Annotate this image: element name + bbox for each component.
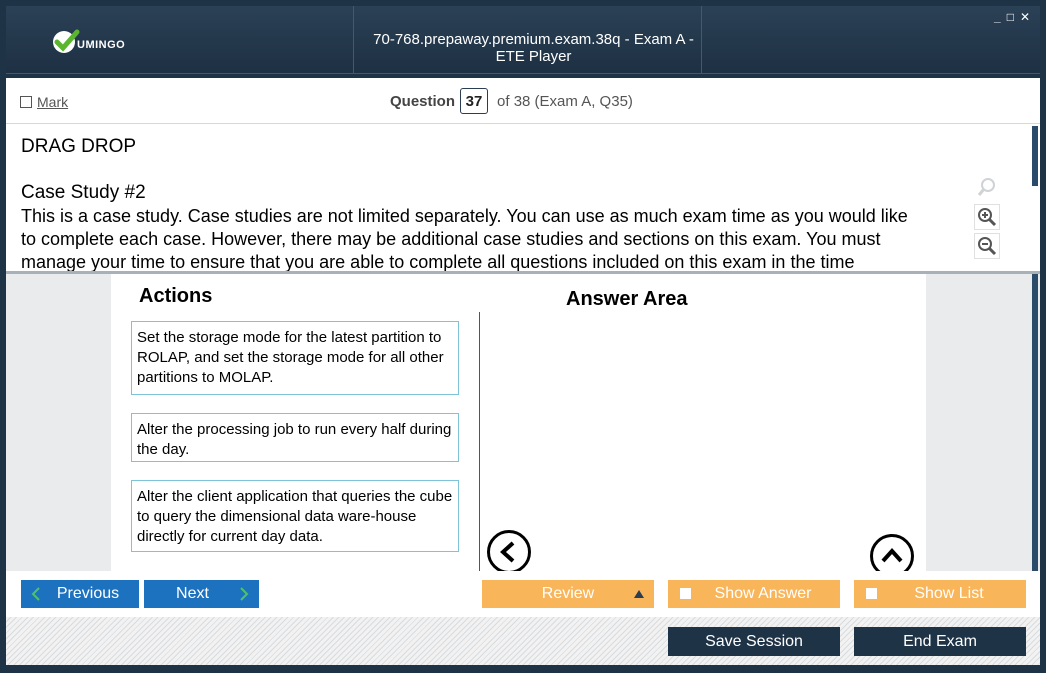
question-pane: DRAG DROP Case Study #2 This is a case s…	[6, 124, 1040, 272]
zoom-in-icon[interactable]	[974, 204, 1000, 230]
save-session-button[interactable]: Save Session	[668, 627, 840, 656]
review-label: Review	[541, 585, 595, 602]
review-button[interactable]: Review	[482, 580, 654, 608]
question-line: This is a case study. Case studies are n…	[21, 206, 908, 226]
zoom-out-icon[interactable]	[974, 233, 1000, 259]
action-item[interactable]: Alter the processing job to run every ha…	[131, 413, 459, 462]
action-item[interactable]: Set the storage mode for the latest part…	[131, 321, 459, 395]
window-controls: _ □ ✕	[994, 10, 1030, 24]
case-study-title: Case Study #2	[21, 182, 146, 203]
window-bottom-edge	[0, 665, 1046, 673]
question-scrollbar[interactable]	[1032, 126, 1038, 186]
column-divider	[479, 312, 480, 571]
maximize-button[interactable]: □	[1007, 10, 1014, 24]
show-answer-button[interactable]: Show Answer	[668, 580, 840, 608]
question-number-input[interactable]: 37	[460, 88, 489, 114]
navigation-bar: Previous Next Review Show Answer Show Li…	[6, 571, 1040, 617]
title-bar: UMINGO 70-768.prepaway.premium.exam.38q …	[6, 6, 1040, 74]
logo-text: UMINGO	[77, 39, 126, 51]
question-body: This is a case study. Case studies are n…	[21, 205, 981, 272]
chevron-right-icon	[240, 587, 249, 601]
next-button[interactable]: Next	[144, 580, 259, 608]
mark-label: Mark	[37, 94, 69, 110]
show-list-checkbox[interactable]	[866, 588, 877, 599]
question-line: to complete each case. However, there ma…	[21, 229, 881, 249]
show-list-label: Show List	[914, 585, 984, 602]
title-separator	[353, 6, 354, 74]
action-item[interactable]: Alter the client application that querie…	[131, 480, 459, 552]
window-title: 70-768.prepaway.premium.exam.38q - Exam …	[373, 31, 694, 65]
minimize-button[interactable]: _	[994, 10, 1001, 24]
question-line: manage your time to ensure that you are …	[21, 252, 855, 272]
previous-label: Previous	[56, 585, 120, 602]
mark-checkbox[interactable]: Mark	[20, 94, 68, 110]
drag-drop-area: Actions Answer Area Set the storage mode…	[6, 274, 1040, 578]
chevron-left-icon	[31, 587, 40, 601]
question-bar: Mark Question 37 of 38 (Exam A, Q35)	[6, 78, 1040, 124]
caret-up-icon	[634, 590, 644, 598]
footer-bar: Save Session End Exam	[6, 617, 1040, 665]
close-button[interactable]: ✕	[1020, 10, 1030, 24]
chevron-left-icon	[500, 541, 515, 563]
mark-checkbox-box[interactable]	[20, 96, 32, 108]
show-list-button[interactable]: Show List	[854, 580, 1026, 608]
end-exam-button[interactable]: End Exam	[854, 627, 1026, 656]
show-answer-label: Show Answer	[714, 585, 812, 602]
vumingo-logo: UMINGO	[51, 28, 125, 56]
show-answer-checkbox[interactable]	[680, 588, 691, 599]
question-counter: Question 37 of 38 (Exam A, Q35)	[390, 88, 633, 114]
previous-button[interactable]: Previous	[21, 580, 139, 608]
drag-drop-panel: Actions Answer Area Set the storage mode…	[111, 274, 926, 578]
search-icon[interactable]	[974, 174, 1000, 200]
answer-area-heading: Answer Area	[566, 288, 688, 310]
actions-heading: Actions	[139, 285, 213, 307]
move-left-button[interactable]	[487, 530, 531, 574]
question-type: DRAG DROP	[21, 136, 137, 157]
question-of-text: of 38 (Exam A, Q35)	[497, 92, 633, 110]
chevron-up-icon	[881, 548, 903, 563]
app-window: UMINGO 70-768.prepaway.premium.exam.38q …	[0, 0, 1046, 673]
question-label: Question	[390, 92, 456, 110]
workarea-scrollbar[interactable]	[1032, 274, 1038, 571]
next-label: Next	[176, 585, 209, 602]
